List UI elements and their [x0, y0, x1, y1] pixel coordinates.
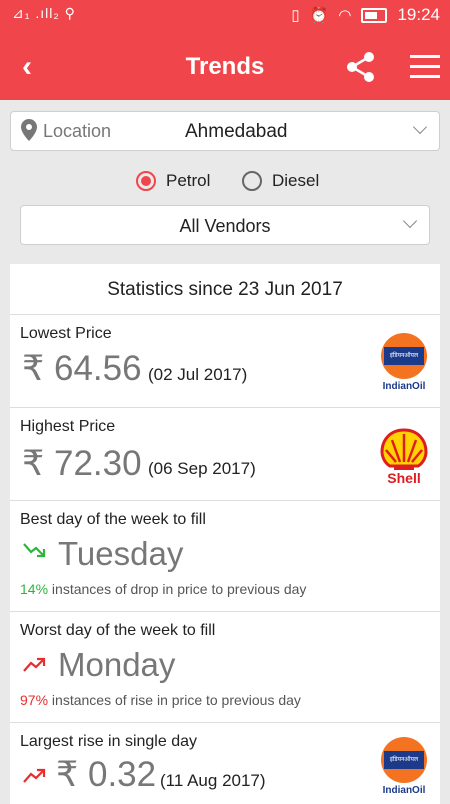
- worst-day-value: Monday: [58, 646, 176, 683]
- status-bar: ⊿₁ .ıll₂ ⚲ ▯ ⏰ ◠ 19:24: [0, 0, 450, 34]
- battery-icon: [361, 7, 388, 23]
- statistics-card: Statistics since 23 Jun 2017 Lowest Pric…: [10, 264, 440, 804]
- share-icon[interactable]: [346, 51, 376, 83]
- indianoil-logo: इंडियनऑयल IndianOil: [380, 737, 428, 796]
- location-pin-icon: [21, 119, 37, 141]
- signal-icons: ⊿₁ .ıll₂ ⚲: [12, 5, 76, 21]
- statistics-header: Statistics since 23 Jun 2017: [10, 264, 440, 315]
- vendor-selector[interactable]: All Vendors: [20, 205, 430, 245]
- menu-icon[interactable]: [410, 55, 440, 85]
- radio-petrol[interactable]: Petrol: [136, 169, 210, 193]
- worst-day-row: Worst day of the week to fill Monday 97%…: [10, 612, 440, 723]
- highest-price-label: Highest Price: [20, 418, 116, 435]
- best-day-note: 14% instances of drop in price to previo…: [20, 581, 307, 597]
- highest-price-date: (06 Sep 2017): [148, 459, 256, 478]
- wifi-icon: ◠: [338, 7, 352, 24]
- highest-price-value: ₹ 72.30: [22, 444, 142, 483]
- trend-down-icon: [23, 543, 46, 558]
- largest-rise-value: ₹ 0.32: [56, 755, 157, 794]
- chevron-down-icon: [412, 119, 428, 135]
- page-title: Trends: [185, 53, 265, 80]
- shell-logo: Shell: [380, 428, 428, 486]
- largest-rise-date: (11 Aug 2017): [160, 771, 266, 790]
- diesel-label: Diesel: [272, 171, 320, 190]
- radio-diesel[interactable]: Diesel: [242, 169, 319, 193]
- trend-up-icon: [23, 657, 46, 672]
- highest-price-row: Highest Price ₹ 72.30 (06 Sep 2017) Shel…: [10, 408, 440, 501]
- lowest-price-row: Lowest Price ₹ 64.56 (02 Jul 2017) इंडिय…: [10, 315, 440, 408]
- indianoil-logo: इंडियनऑयल IndianOil: [380, 333, 428, 392]
- petrol-label: Petrol: [166, 171, 211, 190]
- worst-day-label: Worst day of the week to fill: [20, 622, 216, 639]
- best-day-row: Best day of the week to fill Tuesday 14%…: [10, 501, 440, 612]
- app-bar: ‹ Trends: [0, 34, 450, 100]
- lowest-price-date: (02 Jul 2017): [148, 365, 248, 384]
- best-day-label: Best day of the week to fill: [20, 511, 206, 528]
- svg-text:Shell: Shell: [387, 470, 420, 486]
- vibrate-icon: ▯: [291, 7, 300, 24]
- location-selector[interactable]: Location Ahmedabad: [10, 111, 440, 151]
- alarm-icon: ⏰: [309, 7, 329, 24]
- radio-diesel-icon[interactable]: [242, 171, 262, 191]
- vendor-value: All Vendors: [179, 216, 271, 236]
- largest-rise-row: Largest rise in single day ₹ 0.32 (11 Au…: [10, 723, 440, 804]
- best-day-value: Tuesday: [58, 535, 184, 572]
- radio-petrol-icon[interactable]: [136, 171, 156, 191]
- trend-up-icon: [23, 768, 46, 783]
- location-label: Location: [43, 121, 112, 141]
- worst-day-note: 97% instances of rise in price to previo…: [20, 692, 301, 708]
- lowest-price-value: ₹ 64.56: [22, 349, 142, 388]
- location-value: Ahmedabad: [185, 121, 288, 142]
- largest-rise-label: Largest rise in single day: [20, 733, 197, 750]
- lowest-price-label: Lowest Price: [20, 325, 112, 342]
- clock: 19:24: [397, 5, 440, 24]
